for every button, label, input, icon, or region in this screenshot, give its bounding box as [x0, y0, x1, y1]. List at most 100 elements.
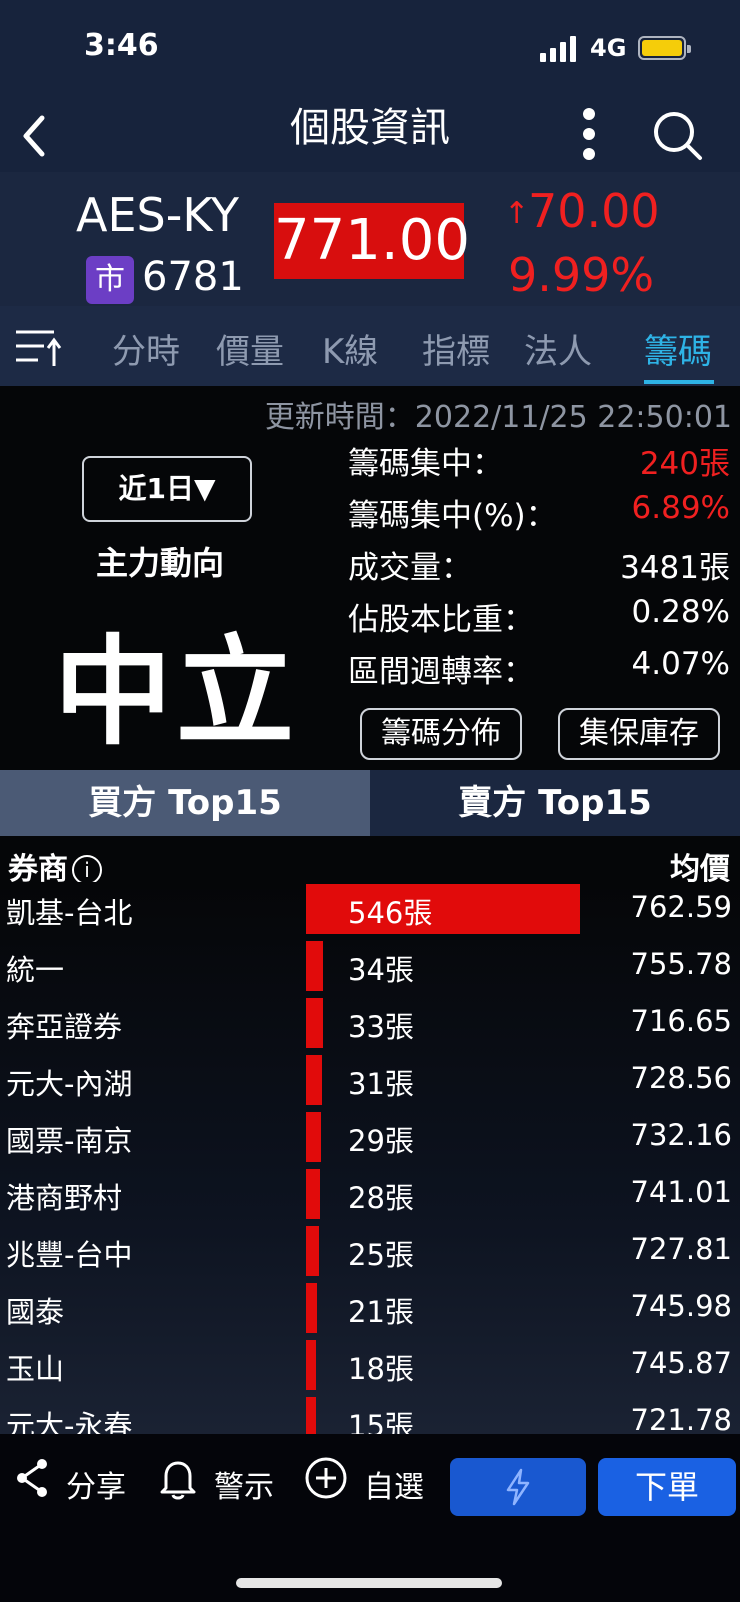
- volume-value: 18張: [348, 1352, 414, 1386]
- broker-name: 元大-內湖: [6, 1067, 133, 1101]
- quick-order-button[interactable]: [450, 1458, 586, 1516]
- add-circle-icon[interactable]: [304, 1456, 347, 1500]
- volume-value: 29張: [348, 1124, 414, 1158]
- avg-price: 745.87: [630, 1346, 732, 1380]
- tab-institutional[interactable]: 法人: [524, 324, 592, 373]
- page-title: 個股資訊: [290, 105, 450, 151]
- bottom-action-bar: 分享 警示 自選 下單: [0, 1434, 740, 1602]
- stat-value: 3481張: [620, 550, 730, 586]
- volume-bar: [306, 1055, 322, 1105]
- trend-label: 主力動向: [96, 544, 225, 582]
- trend-value: 中立: [54, 623, 299, 761]
- table-row[interactable]: 元大-永春 15張 721.78: [0, 1395, 740, 1434]
- broker-name: 國泰: [6, 1295, 65, 1329]
- search-button[interactable]: [650, 108, 706, 164]
- avg-price: 716.65: [630, 1004, 732, 1038]
- volume-bar: [306, 998, 323, 1048]
- stat-value: 4.07%: [631, 646, 730, 682]
- volume-value: 25張: [348, 1238, 414, 1272]
- tab-bar: 分時 價量 K線 指標 法人 籌碼: [0, 306, 740, 386]
- watchlist-button[interactable]: 自選: [364, 1462, 424, 1506]
- active-tab-indicator: [644, 380, 714, 384]
- volume-bar: [306, 1397, 316, 1434]
- volume-value: 15張: [348, 1409, 414, 1434]
- table-row[interactable]: 兆豐-台中 25張 727.81: [0, 1224, 740, 1281]
- chip-distribution-button[interactable]: 籌碼分佈: [360, 708, 522, 760]
- battery-icon: [638, 36, 691, 60]
- tab-buy-top15[interactable]: 買方 Top15: [0, 770, 370, 836]
- stat-label: 佔股本比重：: [348, 602, 534, 638]
- stat-value: 6.89%: [631, 490, 730, 526]
- table-row[interactable]: 統一 34張 755.78: [0, 939, 740, 996]
- status-time: 3:46: [84, 28, 159, 63]
- custody-inventory-button[interactable]: 集保庫存: [558, 708, 720, 760]
- stat-label: 籌碼集中：: [348, 446, 503, 482]
- more-options-button[interactable]: [574, 108, 604, 160]
- volume-value: 21張: [348, 1295, 414, 1329]
- volume-bar: [306, 1226, 319, 1276]
- volume-value: 33張: [348, 1010, 414, 1044]
- table-row[interactable]: 奔亞證券 33張 716.65: [0, 996, 740, 1053]
- broker-name: 港商野村: [6, 1181, 123, 1215]
- avg-price: 745.98: [630, 1289, 732, 1323]
- tab-indicators[interactable]: 指標: [422, 324, 490, 373]
- avg-price: 741.01: [630, 1175, 732, 1209]
- avg-price: 721.78: [630, 1403, 732, 1434]
- status-bar: 3:46 4G: [0, 0, 740, 100]
- home-indicator: [236, 1578, 502, 1588]
- avg-price: 762.59: [630, 890, 732, 924]
- table-row[interactable]: 凱基-台北 546張 762.59: [0, 882, 740, 939]
- volume-bar: [306, 1340, 316, 1390]
- volume-bar: [306, 1283, 317, 1333]
- volume-value: 546張: [348, 896, 433, 930]
- sort-menu-icon[interactable]: [14, 326, 64, 370]
- signal-icon: [540, 36, 580, 62]
- broker-name: 凱基-台北: [6, 896, 133, 930]
- stock-price: 771.00: [274, 203, 470, 279]
- broker-name: 兆豐-台中: [6, 1238, 133, 1272]
- stat-value: 240張: [639, 446, 730, 482]
- share-icon[interactable]: [12, 1456, 52, 1500]
- price-change: 70.00: [528, 184, 660, 238]
- table-row[interactable]: 玉山 18張 745.87: [0, 1338, 740, 1395]
- table-row[interactable]: 港商野村 28張 741.01: [0, 1167, 740, 1224]
- stat-label: 成交量：: [348, 550, 472, 586]
- place-order-button[interactable]: 下單: [598, 1458, 736, 1516]
- avg-price: 728.56: [630, 1061, 732, 1095]
- broker-name: 國票-南京: [6, 1124, 133, 1158]
- stat-label: 區間週轉率：: [348, 654, 534, 690]
- avg-price: 755.78: [630, 947, 732, 981]
- price-change-percent: 9.99%: [508, 248, 655, 302]
- volume-value: 31張: [348, 1067, 414, 1101]
- search-icon: [654, 112, 702, 160]
- volume-bar: [306, 1169, 320, 1219]
- info-icon[interactable]: i: [72, 855, 102, 885]
- tab-timeshare[interactable]: 分時: [112, 324, 180, 373]
- broker-table: 凱基-台北 546張 762.59 統一 34張 755.78 奔亞證券 33張 716.65 元…: [0, 882, 740, 1434]
- table-row[interactable]: 國泰 21張 745.98: [0, 1281, 740, 1338]
- stock-name: AES-KY: [76, 188, 239, 242]
- update-time: 更新時間：2022/11/25 22:50:01: [264, 400, 732, 435]
- table-row[interactable]: 國票-南京 29張 732.16: [0, 1110, 740, 1167]
- tab-sell-top15[interactable]: 賣方 Top15: [370, 770, 740, 836]
- broker-name: 奔亞證券: [6, 1010, 123, 1044]
- range-dropdown[interactable]: 近1日▼: [82, 456, 252, 522]
- broker-name: 元大-永春: [6, 1409, 133, 1434]
- tab-price-volume[interactable]: 價量: [216, 324, 284, 373]
- share-button[interactable]: 分享: [66, 1462, 126, 1506]
- avg-price: 727.81: [630, 1232, 732, 1266]
- volume-value: 34張: [348, 953, 414, 987]
- avg-price: 732.16: [630, 1118, 732, 1152]
- bell-icon[interactable]: [158, 1456, 198, 1500]
- alert-button[interactable]: 警示: [214, 1462, 274, 1506]
- broker-name: 玉山: [6, 1352, 65, 1386]
- table-row[interactable]: 元大-內湖 31張 728.56: [0, 1053, 740, 1110]
- volume-bar: [306, 1112, 321, 1162]
- stock-code: 6781: [142, 254, 244, 300]
- network-type: 4G: [590, 34, 627, 62]
- broker-name: 統一: [6, 953, 65, 987]
- tab-kline[interactable]: K線: [322, 324, 378, 373]
- tab-chips[interactable]: 籌碼: [644, 324, 712, 373]
- up-arrow-icon: ↑: [504, 196, 530, 231]
- stat-value: 0.28%: [631, 594, 730, 630]
